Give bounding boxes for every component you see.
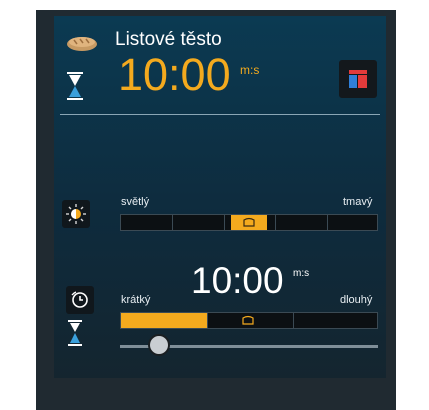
browning-bar[interactable] bbox=[120, 214, 378, 231]
divider bbox=[60, 114, 380, 115]
duration-slider-knob[interactable] bbox=[148, 334, 170, 356]
bread-slice-icon bbox=[242, 315, 254, 325]
browning-button[interactable] bbox=[62, 200, 90, 228]
hourglass-small-icon bbox=[68, 320, 82, 346]
browning-indicator[interactable] bbox=[231, 215, 267, 230]
duration-long-label: dlouhý bbox=[340, 294, 373, 306]
program-time-unit: m:s bbox=[240, 63, 260, 77]
hourglass-icon bbox=[67, 72, 83, 100]
duration-fill bbox=[121, 313, 207, 328]
bread-slice-icon bbox=[243, 217, 255, 227]
duration-time-unit: m:s bbox=[293, 268, 310, 279]
duration-time[interactable]: 10:00 bbox=[191, 262, 284, 299]
bread-icon bbox=[67, 37, 97, 51]
browning-dark-label: tmavý bbox=[343, 196, 373, 208]
program-time[interactable]: 10:00 bbox=[118, 52, 231, 97]
menu-button[interactable] bbox=[339, 60, 377, 98]
duration-bar[interactable] bbox=[120, 312, 378, 329]
browning-light-label: světlý bbox=[121, 196, 150, 208]
program-title: Listové těsto bbox=[115, 29, 222, 50]
browning-level-icon bbox=[66, 204, 86, 224]
timer-button[interactable] bbox=[66, 286, 94, 314]
timer-icon bbox=[71, 291, 88, 308]
menu-grid-icon bbox=[349, 70, 367, 88]
duration-short-label: krátký bbox=[121, 294, 151, 306]
